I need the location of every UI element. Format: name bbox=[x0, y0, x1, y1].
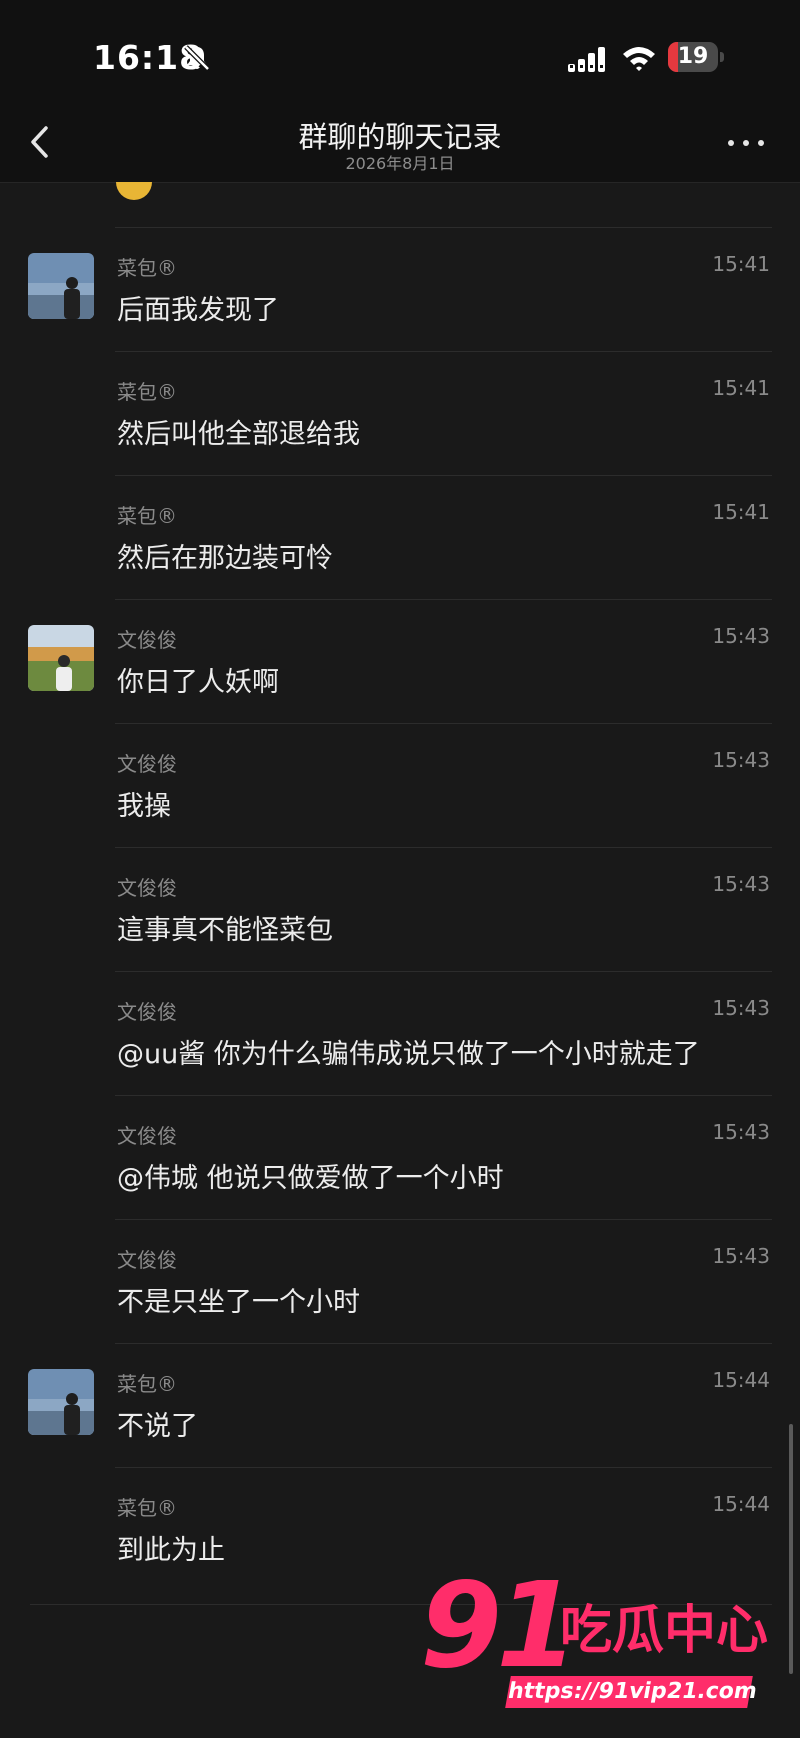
scrollbar[interactable] bbox=[789, 1424, 793, 1674]
sender-name: 文俊俊 bbox=[117, 876, 177, 900]
message-text: 然后在那边装可怜 bbox=[117, 543, 333, 574]
message-text: 不说了 bbox=[117, 1411, 198, 1442]
sender-name: 菜包® bbox=[117, 504, 177, 528]
message-text: 這事真不能怪菜包 bbox=[117, 915, 333, 946]
sender-name: 文俊俊 bbox=[117, 1248, 177, 1272]
status-bar: 16:18 19 bbox=[0, 0, 800, 100]
battery-level: 19 bbox=[677, 44, 709, 69]
message-text: 到此为止 bbox=[117, 1535, 225, 1566]
list-item[interactable]: 菜包® 15:41 然后在那边装可怜 bbox=[0, 476, 800, 599]
wifi-icon bbox=[623, 47, 655, 71]
list-item[interactable]: 菜包® 15:44 到此为止 bbox=[0, 1468, 800, 1591]
avatar[interactable] bbox=[28, 253, 94, 319]
message-text: 然后叫他全部退给我 bbox=[117, 419, 360, 450]
message-time: 15:43 bbox=[712, 748, 770, 772]
cellular-signal-icon bbox=[568, 47, 605, 72]
nav-bar: 群聊的聊天记录 2026年8月1日 bbox=[0, 100, 800, 183]
message-text: @伟城 他说只做爱做了一个小时 bbox=[117, 1163, 504, 1194]
sender-name: 文俊俊 bbox=[117, 1124, 177, 1148]
message-text: 后面我发现了 bbox=[117, 295, 279, 326]
avatar[interactable] bbox=[28, 625, 94, 691]
message-time: 15:44 bbox=[712, 1492, 770, 1516]
list-item[interactable]: 文俊俊 15:43 @uu酱 你为什么骗伟成说只做了一个小时就走了 bbox=[0, 972, 800, 1095]
message-time: 15:43 bbox=[712, 1120, 770, 1144]
divider bbox=[30, 1604, 772, 1605]
message-time: 15:41 bbox=[712, 252, 770, 276]
message-text: 不是只坐了一个小时 bbox=[117, 1287, 360, 1318]
battery-icon: 19 bbox=[668, 42, 726, 72]
sender-name: 菜包® bbox=[117, 380, 177, 404]
list-item[interactable]: 文俊俊 15:43 @伟城 他说只做爱做了一个小时 bbox=[0, 1096, 800, 1219]
list-item[interactable]: 文俊俊 15:43 我操 bbox=[0, 724, 800, 847]
message-text: 我操 bbox=[117, 791, 171, 822]
sender-name: 菜包® bbox=[117, 1496, 177, 1520]
message-text: @uu酱 你为什么骗伟成说只做了一个小时就走了 bbox=[117, 1039, 700, 1070]
page-subtitle-date: 2026年8月1日 bbox=[345, 154, 455, 173]
bell-muted-icon bbox=[184, 45, 210, 71]
sender-name: 菜包® bbox=[117, 1372, 177, 1396]
chat-record-list[interactable]: 菜包® 15:41 后面我发现了 菜包® 15:41 然后叫他全部退给我 菜包®… bbox=[0, 182, 800, 1738]
sender-name: 文俊俊 bbox=[117, 1000, 177, 1024]
list-item[interactable]: 文俊俊 15:43 這事真不能怪菜包 bbox=[0, 848, 800, 971]
message-time: 15:41 bbox=[712, 376, 770, 400]
list-item[interactable]: 菜包® 15:44 不说了 bbox=[0, 1344, 800, 1467]
emoji-icon bbox=[116, 182, 152, 200]
message-time: 15:43 bbox=[712, 1244, 770, 1268]
avatar[interactable] bbox=[28, 1369, 94, 1435]
sender-name: 文俊俊 bbox=[117, 628, 177, 652]
sender-name: 文俊俊 bbox=[117, 752, 177, 776]
message-time: 15:43 bbox=[712, 624, 770, 648]
sender-name: 菜包® bbox=[117, 256, 177, 280]
list-item[interactable]: 菜包® 15:41 然后叫他全部退给我 bbox=[0, 352, 800, 475]
list-item[interactable]: 菜包® 15:41 后面我发现了 bbox=[0, 228, 800, 351]
message-time: 15:43 bbox=[712, 872, 770, 896]
message-time: 15:44 bbox=[712, 1368, 770, 1392]
more-dots-icon[interactable] bbox=[728, 138, 768, 148]
list-item[interactable]: 文俊俊 15:43 不是只坐了一个小时 bbox=[0, 1220, 800, 1343]
message-time: 15:43 bbox=[712, 996, 770, 1020]
message-time: 15:41 bbox=[712, 500, 770, 524]
message-text: 你日了人妖啊 bbox=[117, 667, 279, 698]
list-item[interactable]: 文俊俊 15:43 你日了人妖啊 bbox=[0, 600, 800, 723]
